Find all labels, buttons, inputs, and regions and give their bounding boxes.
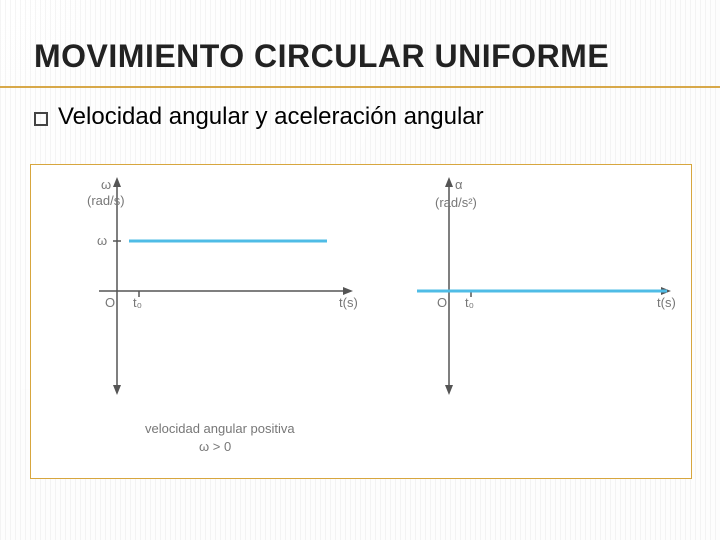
x-axis-label: t(s) bbox=[657, 295, 676, 310]
x-origin-label: O bbox=[437, 295, 447, 310]
chart-alpha-vs-t: α (rad/s²) O t₀ t(s) bbox=[409, 171, 689, 471]
x-axis-label: t(s) bbox=[339, 295, 358, 310]
page-title: MOVIMIENTO CIRCULAR UNIFORME bbox=[34, 38, 686, 75]
y-axis-label-1: ω bbox=[101, 177, 111, 192]
bullet-text: Velocidad angular y aceleración angular bbox=[58, 103, 484, 131]
caption-line-2: ω > 0 bbox=[199, 439, 231, 454]
x-origin-label: O bbox=[105, 295, 115, 310]
y-tick-omega: ω bbox=[97, 233, 107, 248]
bullet-row: Velocidad angular y aceleración angular bbox=[34, 103, 686, 131]
x-t0-label: t₀ bbox=[133, 295, 142, 310]
charts-frame: ω (rad/s) ω O t₀ t(s) velocidad angular … bbox=[30, 164, 692, 479]
chart-omega-vs-t: ω (rad/s) ω O t₀ t(s) velocidad angular … bbox=[49, 171, 369, 471]
y-axis-label-2: (rad/s²) bbox=[435, 195, 477, 210]
slide: MOVIMIENTO CIRCULAR UNIFORME Velocidad a… bbox=[0, 0, 720, 540]
caption-line-1: velocidad angular positiva bbox=[145, 421, 295, 436]
y-axis-label-2: (rad/s) bbox=[87, 193, 125, 208]
x-t0-label: t₀ bbox=[465, 295, 474, 310]
title-underline bbox=[0, 86, 720, 88]
bullet-square-icon bbox=[34, 112, 48, 126]
y-axis-label-1: α bbox=[455, 177, 463, 192]
